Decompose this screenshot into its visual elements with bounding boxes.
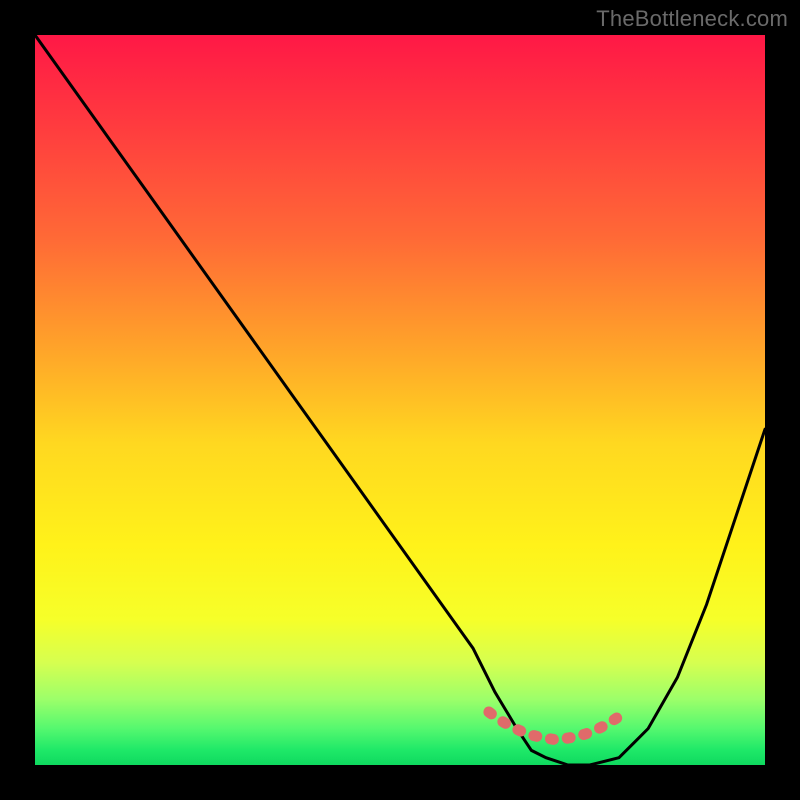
plot-area <box>35 35 765 765</box>
watermark-text: TheBottleneck.com <box>596 6 788 32</box>
optimum-marker-path <box>489 712 625 740</box>
curve-svg <box>35 35 765 765</box>
bottleneck-curve-path <box>35 35 765 765</box>
chart-frame: TheBottleneck.com <box>0 0 800 800</box>
